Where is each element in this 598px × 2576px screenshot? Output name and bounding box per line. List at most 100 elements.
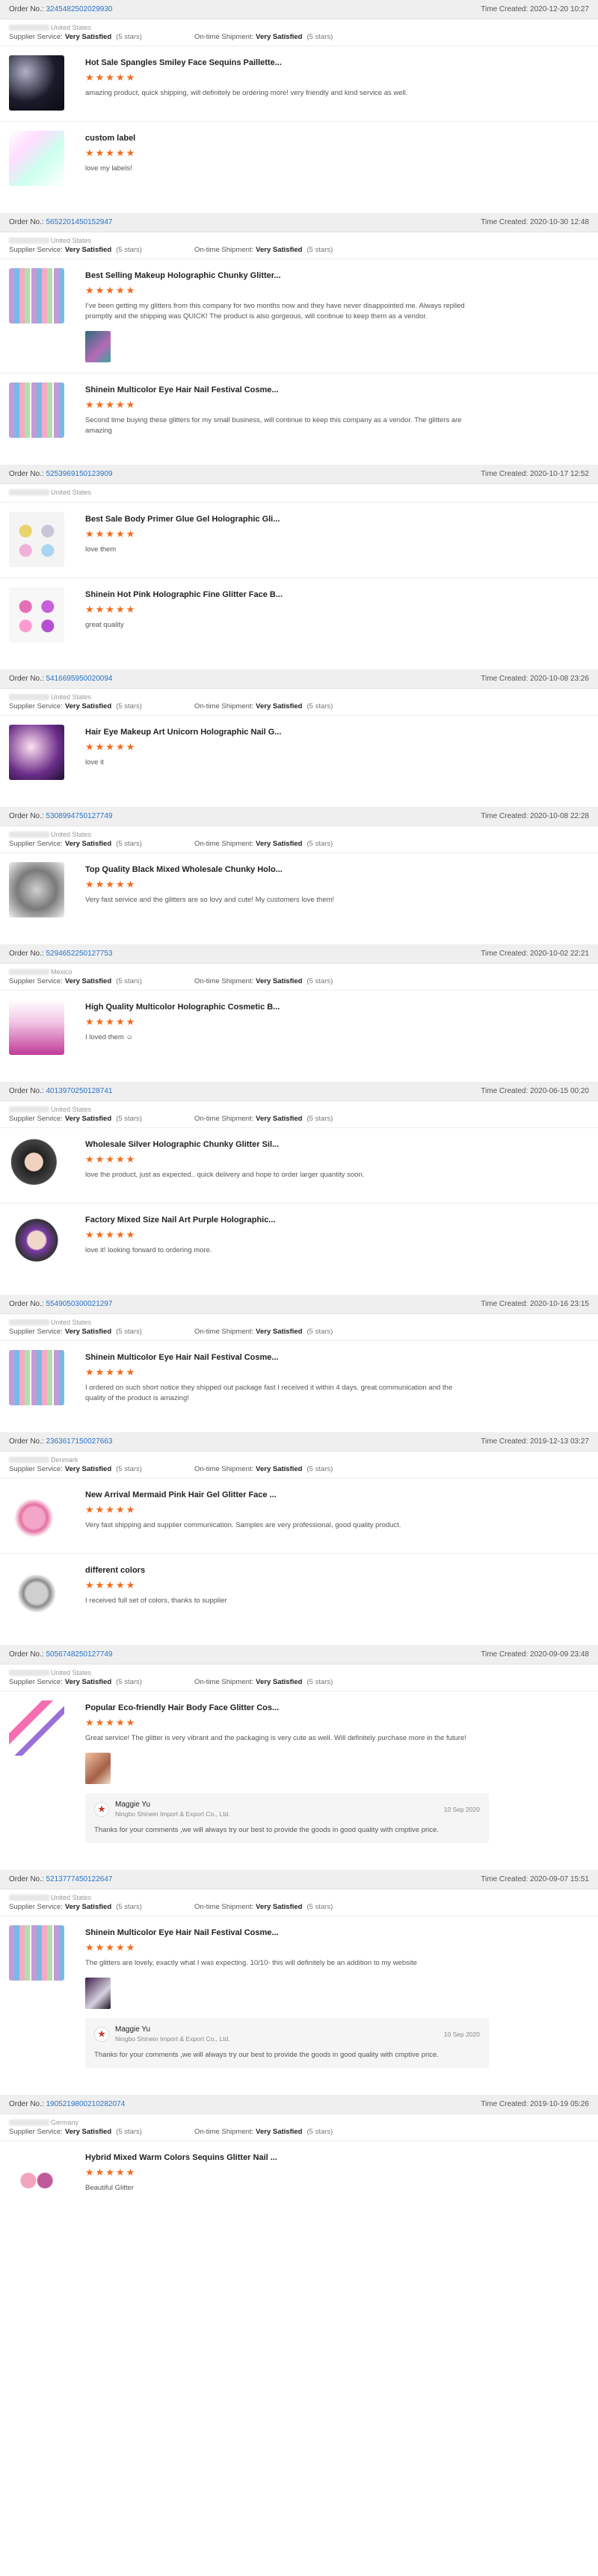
order-number: Order No.: 5253969150123909 xyxy=(9,470,112,478)
product-thumbnail[interactable] xyxy=(9,1000,64,1055)
order-number-label: Order No.: xyxy=(9,218,46,226)
review-photo[interactable] xyxy=(85,1978,111,2009)
order-number-link[interactable]: 3245482502029930 xyxy=(46,5,112,13)
product-title[interactable]: Shinein Multicolor Eye Hair Nail Festiva… xyxy=(85,1353,589,1362)
product-title[interactable]: Best Selling Makeup Holographic Chunky G… xyxy=(85,271,589,280)
buyer-country: United States xyxy=(51,1106,92,1113)
product-title[interactable]: Best Sale Body Primer Glue Gel Holograph… xyxy=(85,515,589,524)
product-title[interactable]: Hot Sale Spangles Smiley Face Sequins Pa… xyxy=(85,58,589,67)
order-card: Order No.: 5056748250127749 Time Created:… xyxy=(0,1645,598,1854)
supplier-service-stars: (5 stars) xyxy=(116,702,142,710)
product-title[interactable]: Shinein Hot Pink Holographic Fine Glitte… xyxy=(85,590,589,599)
order-header: Order No.: 5416695950020094 Time Created:… xyxy=(0,669,598,689)
buyer-country: United States xyxy=(51,489,92,496)
buyer-country: Mexico xyxy=(51,968,73,976)
product-title[interactable]: Hybrid Mixed Warm Colors Sequins Glitter… xyxy=(85,2153,589,2162)
product-review: Hybrid Mixed Warm Colors Sequins Glitter… xyxy=(0,2140,598,2216)
review-text: love it! looking forward to ordering mor… xyxy=(85,1246,212,1254)
order-number-link[interactable]: 5308994750127749 xyxy=(46,812,112,820)
product-thumbnail[interactable] xyxy=(9,268,64,323)
buyer-info: United States xyxy=(0,1101,598,1113)
order-number-link[interactable]: 4013970250128741 xyxy=(46,1087,112,1095)
order-number-link[interactable]: 5294652250127753 xyxy=(46,950,112,958)
product-thumbnail[interactable] xyxy=(9,587,64,643)
product-title[interactable]: Factory Mixed Size Nail Art Purple Holog… xyxy=(85,1216,589,1224)
buyer-country: United States xyxy=(51,1319,92,1326)
review-photo[interactable] xyxy=(85,331,111,362)
shipment-stars: (5 stars) xyxy=(306,1328,333,1336)
supplier-service-label: Supplier Service: xyxy=(9,1678,63,1686)
review-text: love them xyxy=(85,545,117,554)
order-number-link[interactable]: 5549050300021297 xyxy=(46,1300,112,1308)
product-thumbnail[interactable] xyxy=(9,383,64,438)
product-review-body: High Quality Multicolor Holographic Cosm… xyxy=(85,1000,589,1055)
product-title[interactable]: custom label xyxy=(85,134,589,143)
order-number-link[interactable]: 2363617150027663 xyxy=(46,1437,112,1446)
shipment-value: Very Satisfied xyxy=(256,1115,303,1123)
product-title[interactable]: Shinein Multicolor Eye Hair Nail Festiva… xyxy=(85,1928,589,1937)
product-thumbnail[interactable] xyxy=(9,1487,64,1543)
order-card: Order No.: 5253969150123909 Time Created:… xyxy=(0,465,598,653)
product-thumbnail[interactable] xyxy=(9,55,64,111)
shipment-value: Very Satisfied xyxy=(256,1465,303,1473)
product-thumbnail[interactable] xyxy=(9,1213,64,1268)
product-thumbnail[interactable] xyxy=(9,862,64,917)
supplier-service-stars: (5 stars) xyxy=(116,33,142,41)
product-review-body: Hair Eye Makeup Art Unicorn Holographic … xyxy=(85,725,589,780)
time-created: Time Created: 2020-06-15 00:20 xyxy=(481,1087,589,1095)
product-title[interactable]: Hair Eye Makeup Art Unicorn Holographic … xyxy=(85,728,589,737)
product-thumbnail[interactable] xyxy=(9,131,64,186)
order-number: Order No.: 5652201450152947 xyxy=(9,218,112,226)
product-review: New Arrival Mermaid Pink Hair Gel Glitte… xyxy=(0,1478,598,1553)
star-rating: ★★★★★ xyxy=(85,1717,137,1728)
order-number-link[interactable]: 5416695950020094 xyxy=(46,675,112,683)
shipment-rating: On-time Shipment: Very Satisfied (5 stars) xyxy=(194,2128,333,2136)
product-review-body: Shinein Multicolor Eye Hair Nail Festiva… xyxy=(85,1350,589,1405)
product-thumbnail[interactable] xyxy=(9,1563,64,1618)
product-title[interactable]: High Quality Multicolor Holographic Cosm… xyxy=(85,1003,589,1012)
buyer-country: Denmark xyxy=(51,1456,78,1464)
order-number-link[interactable]: 5213777450122647 xyxy=(46,1875,112,1883)
supplier-service-rating: Supplier Service: Very Satisfied (5 stars) xyxy=(9,2128,142,2136)
buyer-name-masked xyxy=(9,969,49,975)
product-review: Shinein Multicolor Eye Hair Nail Festiva… xyxy=(0,373,598,448)
product-thumbnail[interactable] xyxy=(9,1700,64,1756)
product-title[interactable]: different colors xyxy=(85,1566,589,1575)
review-text: amazing product, quick shipping, will de… xyxy=(85,89,408,97)
product-title[interactable]: New Arrival Mermaid Pink Hair Gel Glitte… xyxy=(85,1490,589,1499)
product-thumbnail[interactable] xyxy=(9,725,64,780)
shipment-value: Very Satisfied xyxy=(256,246,303,254)
order-number-link[interactable]: 5253969150123909 xyxy=(46,470,112,478)
star-rating: ★★★★★ xyxy=(85,1504,137,1515)
product-thumbnail[interactable] xyxy=(9,1925,64,1981)
shipment-label: On-time Shipment: xyxy=(194,1465,254,1473)
product-review-body: different colors ★★★★★ I received full set… xyxy=(85,1563,589,1618)
product-thumbnail[interactable] xyxy=(9,512,64,567)
product-thumbnail[interactable] xyxy=(9,2150,64,2205)
product-thumbnail[interactable] xyxy=(9,1137,64,1192)
review-photo[interactable] xyxy=(85,1753,111,1784)
product-review: Wholesale Silver Holographic Chunky Glit… xyxy=(0,1127,598,1203)
product-review-body: New Arrival Mermaid Pink Hair Gel Glitte… xyxy=(85,1487,589,1543)
order-header: Order No.: 1905219800210282074 Time Creat… xyxy=(0,2095,598,2114)
product-thumbnail[interactable] xyxy=(9,1350,64,1405)
order-number-link[interactable]: 5652201450152947 xyxy=(46,218,112,226)
supplier-service-rating: Supplier Service: Very Satisfied (5 stars) xyxy=(9,1115,142,1123)
order-number-link[interactable]: 5056748250127749 xyxy=(46,1650,112,1659)
order-number-label: Order No.: xyxy=(9,1087,46,1095)
product-title[interactable]: Top Quality Black Mixed Wholesale Chunky… xyxy=(85,865,589,874)
supplier-service-label: Supplier Service: xyxy=(9,977,63,985)
supplier-service-label: Supplier Service: xyxy=(9,702,63,710)
product-review-body: Wholesale Silver Holographic Chunky Glit… xyxy=(85,1137,589,1192)
star-rating: ★★★★★ xyxy=(85,1229,137,1240)
product-title[interactable]: Shinein Multicolor Eye Hair Nail Festiva… xyxy=(85,386,589,394)
product-title[interactable]: Popular Eco-friendly Hair Body Face Glit… xyxy=(85,1703,589,1712)
product-review: Best Sale Body Primer Glue Gel Holograph… xyxy=(0,502,598,578)
order-number-link[interactable]: 1905219800210282074 xyxy=(46,2100,125,2108)
product-review-body: Best Selling Makeup Holographic Chunky G… xyxy=(85,268,589,362)
supplier-service-label: Supplier Service: xyxy=(9,33,63,41)
product-title[interactable]: Wholesale Silver Holographic Chunky Glit… xyxy=(85,1140,589,1149)
supplier-service-value: Very Satisfied xyxy=(64,1465,112,1473)
